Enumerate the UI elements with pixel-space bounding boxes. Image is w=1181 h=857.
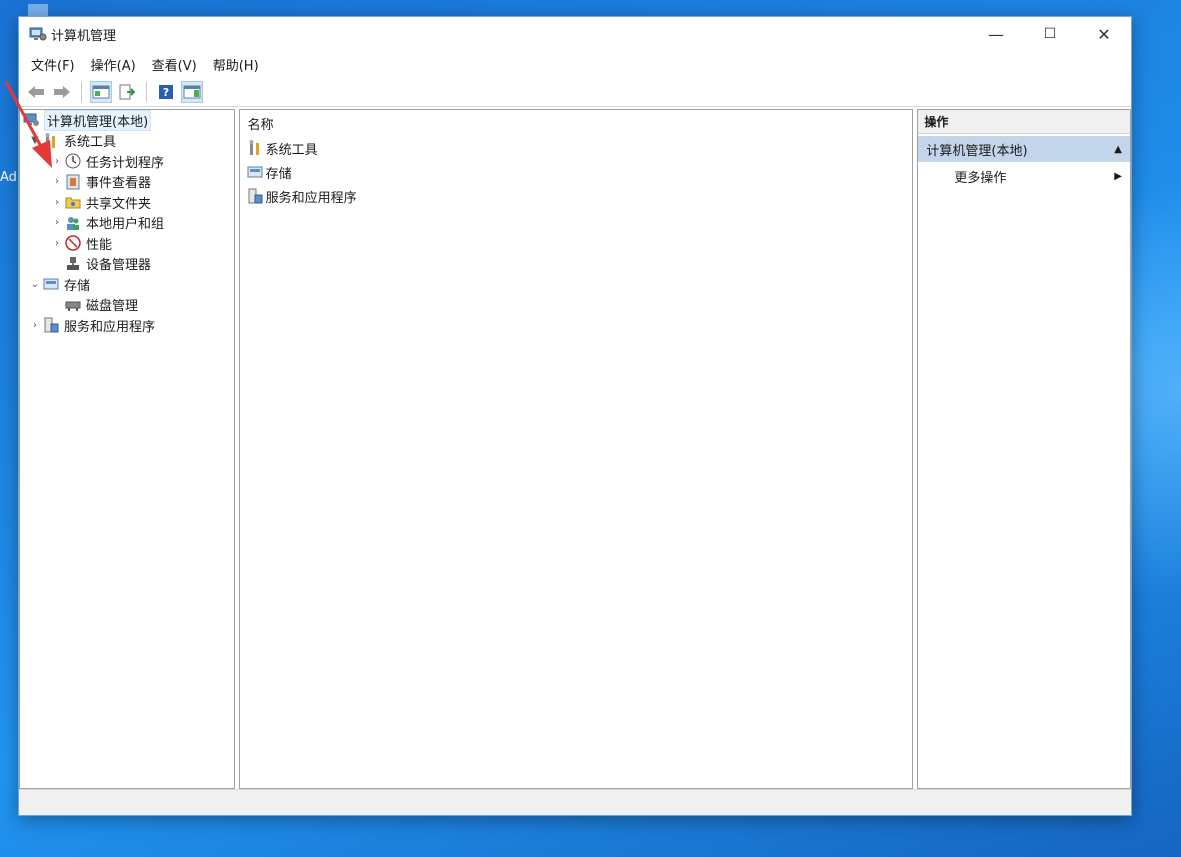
tree-item-label: 本地用户和组 <box>86 217 165 233</box>
show-hide-action-pane-icon[interactable] <box>181 80 203 103</box>
device-manager-icon <box>64 256 82 272</box>
toolbar-separator <box>81 81 82 102</box>
chevron-right-icon[interactable]: › <box>50 217 64 228</box>
svg-text:?: ? <box>163 86 169 99</box>
tree-item-label: 服务和应用程序 <box>64 319 156 335</box>
actions-group-label: 计算机管理(本地) <box>926 143 1028 159</box>
status-bar <box>19 789 1131 815</box>
tree-item-label: 共享文件夹 <box>86 196 152 212</box>
chevron-down-icon[interactable]: ⌄ <box>28 279 42 290</box>
tree-item-label: 性能 <box>86 237 113 253</box>
chevron-right-icon[interactable]: › <box>50 197 64 208</box>
help-icon[interactable]: ? <box>155 81 177 103</box>
computer-management-icon <box>29 26 47 42</box>
chevron-right-icon[interactable]: › <box>50 238 64 249</box>
red-annotation-arrow <box>4 81 52 168</box>
shared-folder-icon <box>64 194 82 210</box>
list-item-label: 存储 <box>265 166 292 182</box>
more-actions-item[interactable]: 更多操作 ▶ <box>918 162 1130 190</box>
tools-icon <box>246 140 264 156</box>
tree-item-local-users[interactable]: › 本地用户和组 <box>20 213 234 234</box>
minimize-button[interactable]: — <box>969 17 1023 51</box>
menu-file[interactable]: 文件(F) <box>23 55 83 74</box>
collapse-up-icon[interactable]: ▲ <box>1114 144 1122 155</box>
list-item-label: 服务和应用程序 <box>265 190 357 206</box>
title-bar[interactable]: 计算机管理 — ☐ ✕ <box>19 17 1131 51</box>
main-panes: 计算机管理(本地) ▼ 系统工具 › 任务计划程序 › 事件查看器 › 共享文件… <box>19 109 1131 789</box>
maximize-button[interactable]: ☐ <box>1023 17 1077 51</box>
tree-item-services-apps[interactable]: › 服务和应用程序 <box>20 315 234 336</box>
more-actions-label: 更多操作 <box>954 170 1007 186</box>
menu-view[interactable]: 查看(V) <box>144 55 205 74</box>
disk-icon <box>64 297 82 313</box>
tree-item-label: 系统工具 <box>64 135 117 151</box>
list-item[interactable]: 存储 <box>240 160 913 184</box>
menu-help[interactable]: 帮助(H) <box>205 55 267 74</box>
close-button[interactable]: ✕ <box>1077 17 1131 51</box>
column-header-name[interactable]: 名称 <box>240 110 913 136</box>
actions-header: 操作 <box>918 110 1130 134</box>
storage-icon <box>246 164 264 180</box>
toolbar-separator <box>146 81 147 102</box>
actions-pane: 操作 计算机管理(本地) ▲ 更多操作 ▶ <box>917 109 1131 789</box>
tree-item-label: 事件查看器 <box>86 176 152 192</box>
tree-item-label: 设备管理器 <box>86 258 152 274</box>
export-list-icon[interactable] <box>116 81 138 103</box>
performance-icon <box>64 235 82 251</box>
tree-item-label: 任务计划程序 <box>86 155 165 171</box>
users-icon <box>64 215 82 231</box>
list-item[interactable]: 系统工具 <box>240 136 913 160</box>
computer-management-window: 计算机管理 — ☐ ✕ 文件(F) 操作(A) 查看(V) 帮助(H) ? 计算… <box>18 16 1132 816</box>
services-icon <box>42 317 60 333</box>
storage-icon <box>42 276 60 292</box>
tree-item-shared-folders[interactable]: › 共享文件夹 <box>20 192 234 213</box>
menu-bar: 文件(F) 操作(A) 查看(V) 帮助(H) <box>19 51 1131 77</box>
window-title: 计算机管理 <box>51 28 117 44</box>
chevron-right-icon[interactable]: › <box>28 320 42 331</box>
menu-action[interactable]: 操作(A) <box>83 55 144 74</box>
toolbar: ? <box>19 77 1131 107</box>
tree-item-label: 磁盘管理 <box>86 299 139 315</box>
window-controls: — ☐ ✕ <box>969 17 1131 51</box>
submenu-arrow-icon: ▶ <box>1114 170 1122 182</box>
console-tree[interactable]: 计算机管理(本地) ▼ 系统工具 › 任务计划程序 › 事件查看器 › 共享文件… <box>19 109 235 789</box>
tree-item-performance[interactable]: › 性能 <box>20 233 234 254</box>
list-item-label: 系统工具 <box>265 142 318 158</box>
desktop-icon[interactable] <box>28 4 48 16</box>
tree-item-label: 存储 <box>64 278 91 294</box>
tree-item-disk-management[interactable]: 磁盘管理 <box>20 295 234 316</box>
tree-item-device-manager[interactable]: 设备管理器 <box>20 254 234 275</box>
results-pane[interactable]: 名称 系统工具 存储 服务和应用程序 <box>238 109 914 789</box>
show-hide-tree-icon[interactable] <box>90 80 112 103</box>
tree-item-storage[interactable]: ⌄ 存储 <box>20 274 234 295</box>
services-icon <box>246 188 264 204</box>
actions-group-computer-management[interactable]: 计算机管理(本地) ▲ <box>918 136 1130 162</box>
list-item[interactable]: 服务和应用程序 <box>240 184 913 208</box>
